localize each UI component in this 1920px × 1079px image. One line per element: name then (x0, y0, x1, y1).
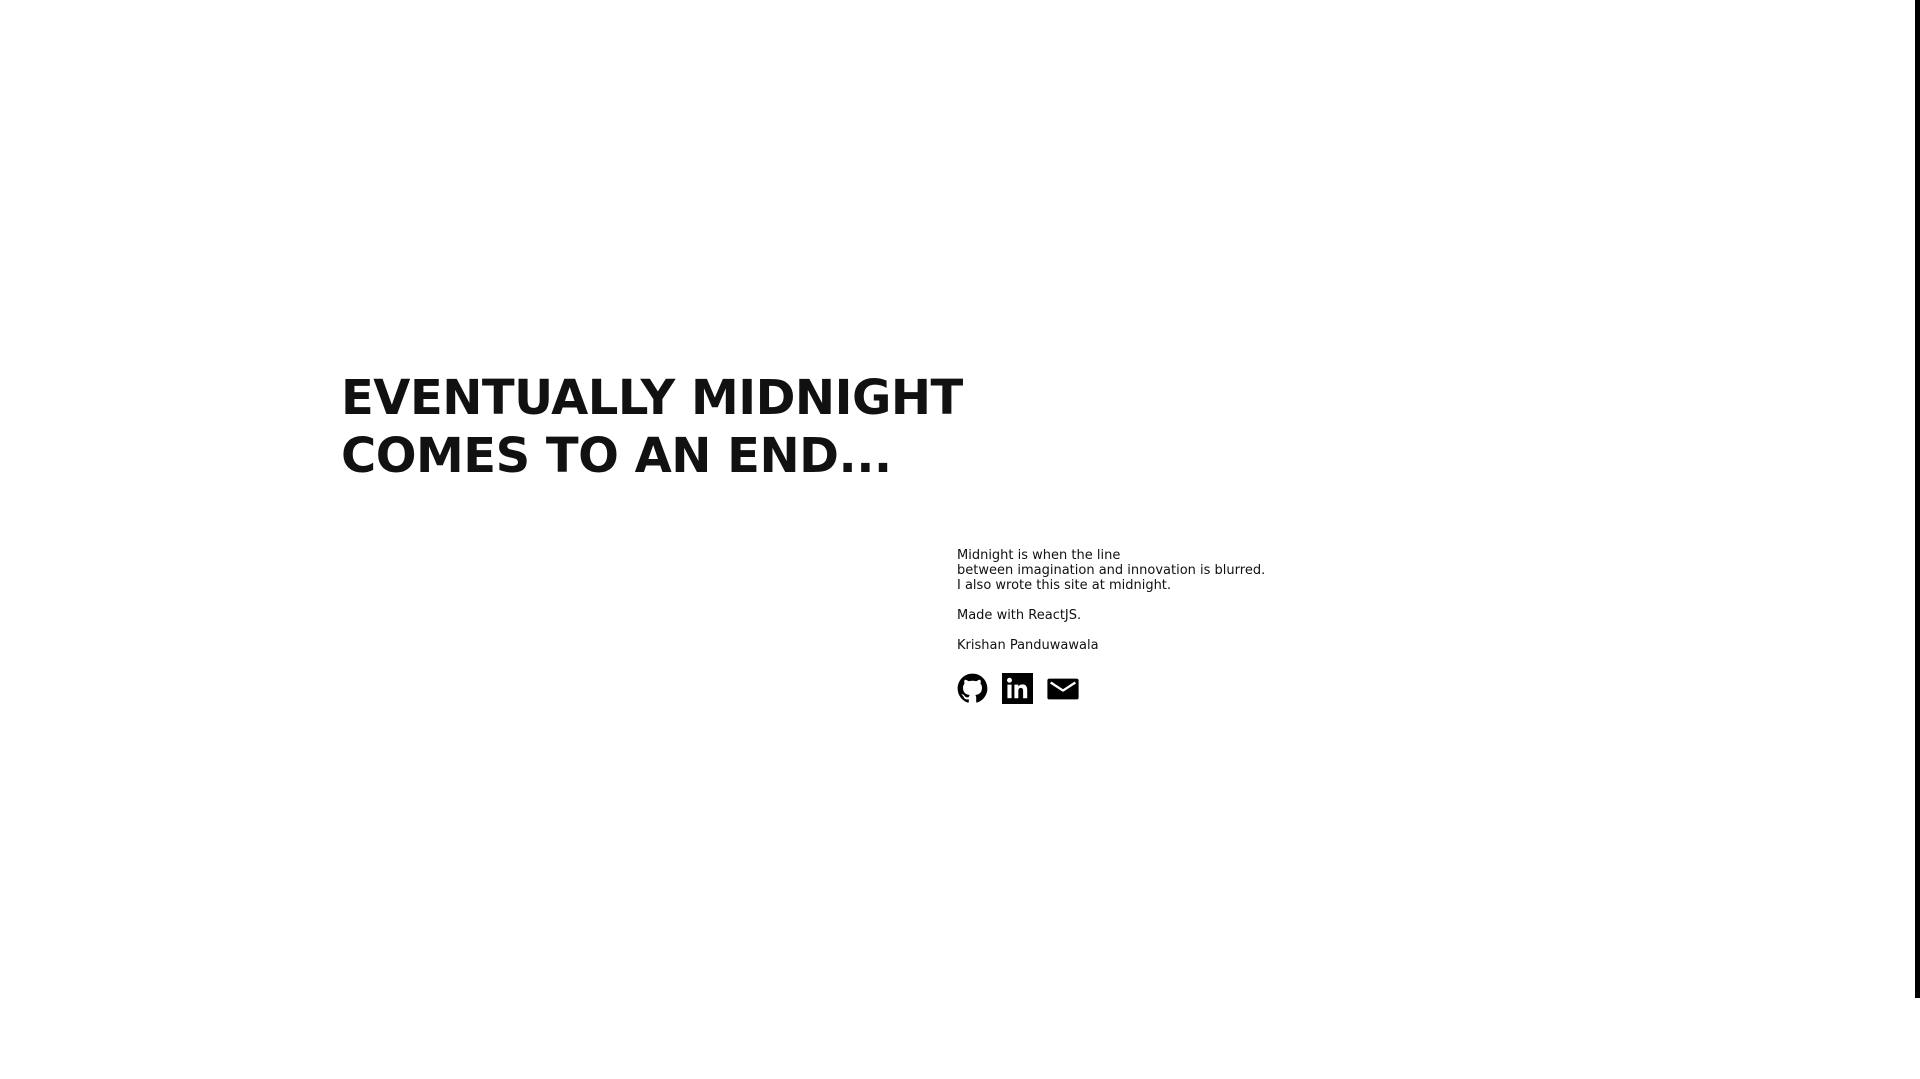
social-links (957, 673, 1079, 704)
github-icon (957, 673, 988, 703)
author-name: Krishan Panduwawala (957, 638, 1099, 653)
linkedin-link[interactable] (1002, 673, 1033, 704)
page: EVENTUALLY MIDNIGHT COMES TO AN END... M… (0, 0, 1920, 1079)
github-link[interactable] (957, 673, 988, 704)
about-line-1: Midnight is when the line (957, 548, 1121, 563)
about-line-3: I also wrote this site at midnight. (957, 578, 1172, 593)
about-line-2: between imagination and innovation is bl… (957, 563, 1266, 578)
mail-icon (1047, 678, 1079, 699)
hero-headline: EVENTUALLY MIDNIGHT COMES TO AN END... (341, 369, 963, 485)
linkedin-icon (1002, 673, 1033, 704)
hero-line-2: COMES TO AN END... (341, 428, 892, 484)
hero-line-1: EVENTUALLY MIDNIGHT (341, 370, 963, 426)
scrollbar[interactable] (1915, 0, 1920, 998)
about-block: Midnight is when the line between imagin… (957, 548, 1265, 653)
made-with-text: Made with ReactJS. (957, 608, 1082, 623)
mail-link[interactable] (1047, 676, 1079, 702)
